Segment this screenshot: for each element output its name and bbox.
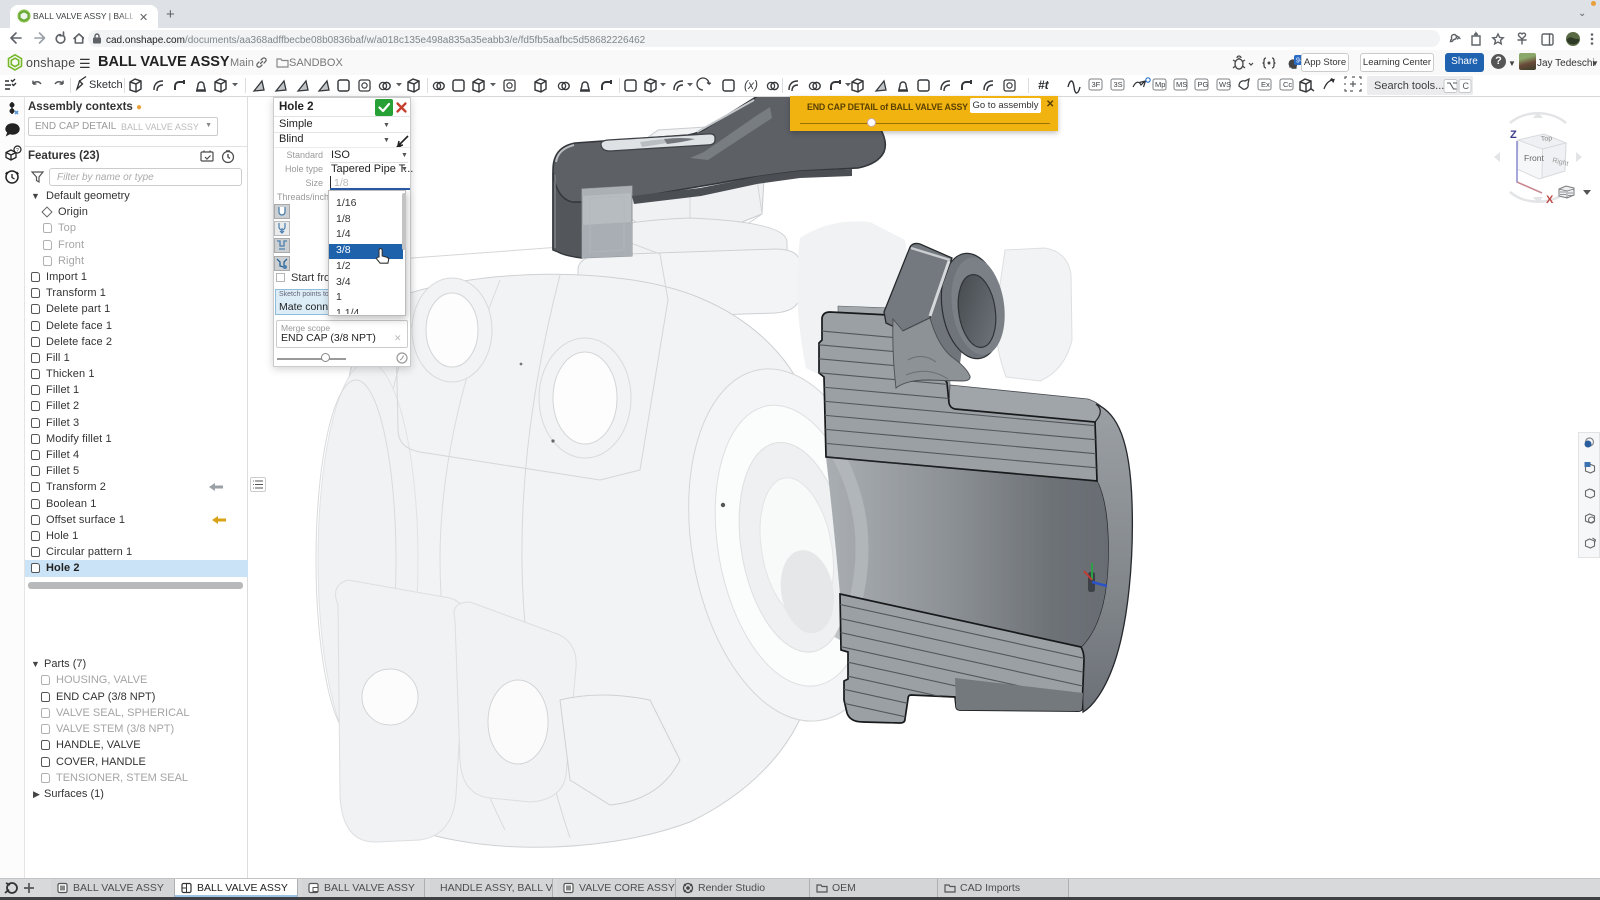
svg-text:3S: 3S — [1114, 80, 1123, 89]
svg-text:Z: Z — [1510, 129, 1517, 141]
svg-text:Sketch: Sketch — [89, 79, 123, 91]
svg-text:Search tools...: Search tools... — [1374, 80, 1444, 92]
svg-text:Mp: Mp — [1155, 80, 1165, 89]
svg-text:X: X — [1546, 194, 1554, 205]
svg-text:PG: PG — [1198, 80, 1209, 89]
svg-text:(x): (x) — [744, 78, 758, 92]
svg-text:C: C — [1463, 81, 1470, 91]
svg-text:?: ? — [16, 148, 19, 154]
svg-text:Front: Front — [1524, 153, 1544, 163]
svg-text:WS: WS — [1219, 80, 1231, 89]
svg-text:Top: Top — [1541, 135, 1553, 143]
svg-text:3F: 3F — [1092, 80, 1101, 89]
svg-text:Ex: Ex — [1261, 80, 1270, 89]
svg-text:MS: MS — [1176, 80, 1187, 89]
svg-text:#t: #t — [1038, 78, 1050, 92]
svg-text:Cc: Cc — [1283, 80, 1292, 89]
